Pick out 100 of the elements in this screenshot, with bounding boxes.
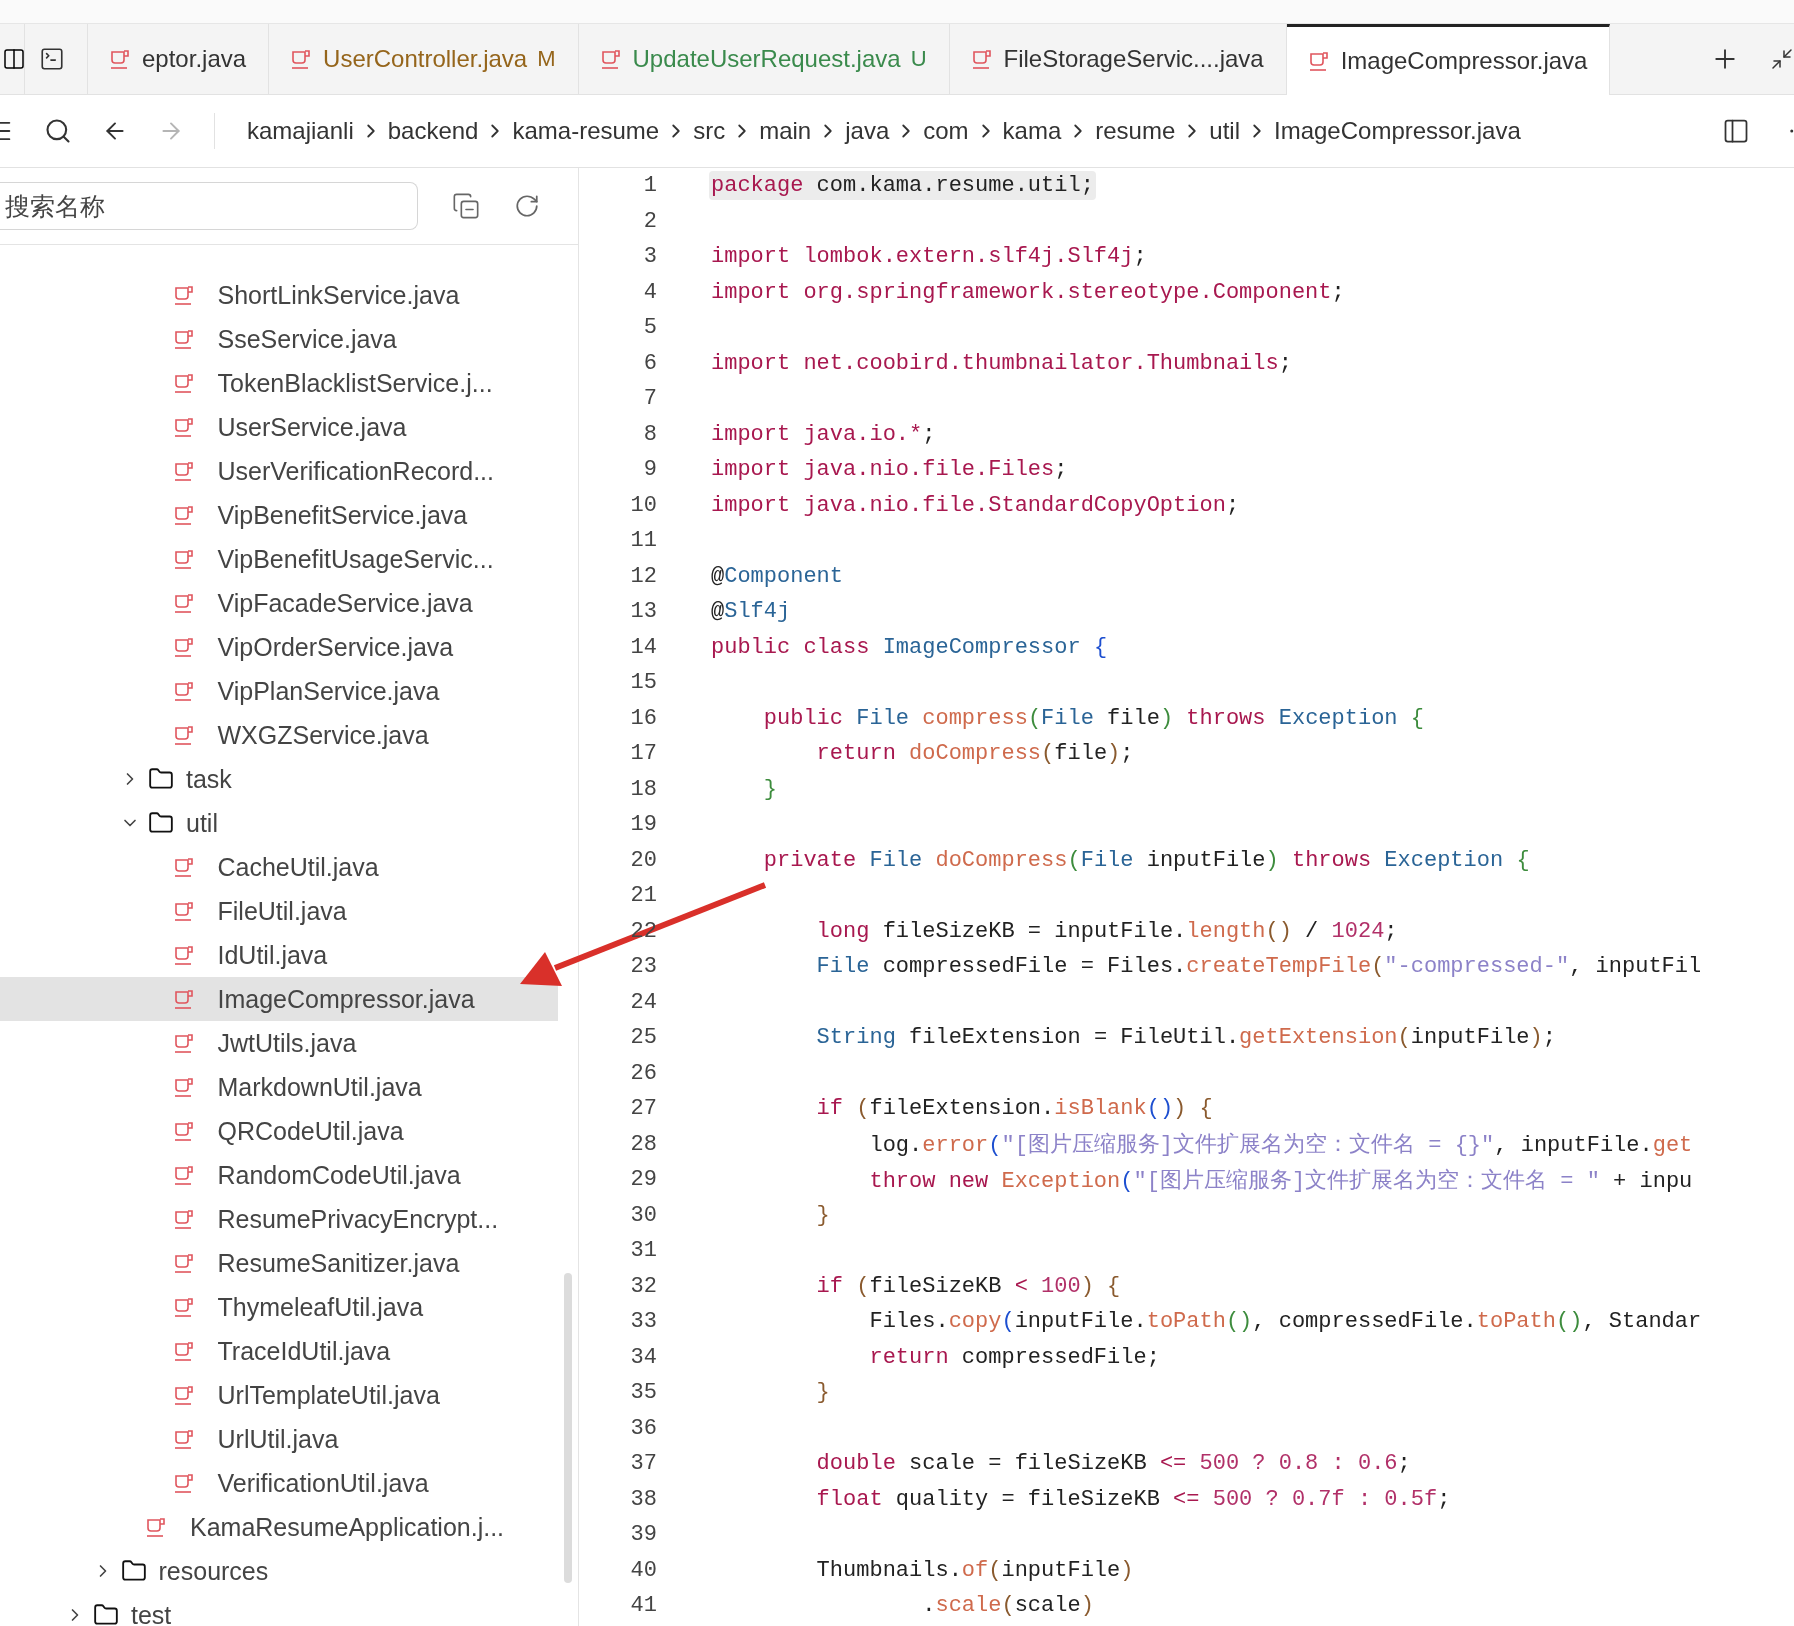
- line-number: 3: [642, 244, 657, 270]
- breadcrumb-link[interactable]: main: [759, 117, 812, 145]
- line-number: 25: [629, 1025, 657, 1051]
- breadcrumb-link[interactable]: kamajianli: [247, 117, 354, 145]
- file-item[interactable]: TokenBlacklistService.j...: [0, 361, 558, 405]
- line-number: 36: [629, 1415, 657, 1441]
- file-item[interactable]: ResumePrivacyEncrypt...: [0, 1197, 558, 1241]
- panel-icon[interactable]: [2, 47, 24, 71]
- breadcrumb-link[interactable]: resume: [1095, 117, 1176, 145]
- editor-tab[interactable]: eptor.java: [88, 24, 270, 94]
- code-line: public File compress(File file) throws Exception {: [762, 704, 1425, 733]
- file-item[interactable]: WXGZService.java: [0, 713, 558, 757]
- line-number: 6: [642, 350, 657, 376]
- file-item[interactable]: MarkdownUtil.java: [0, 1065, 558, 1109]
- line-number: 18: [629, 776, 657, 802]
- file-item[interactable]: JwtUtils.java: [0, 1021, 558, 1065]
- java-file-icon: [146, 1516, 168, 1538]
- editor-tab[interactable]: UserController.java M: [269, 24, 579, 94]
- code-line: @Slf4j: [710, 598, 792, 627]
- file-item[interactable]: UrlTemplateUtil.java: [0, 1373, 558, 1417]
- line-number: 13: [629, 599, 657, 625]
- collapse-all-icon[interactable]: [452, 192, 480, 220]
- file-item[interactable]: VipBenefitUsageServic...: [0, 537, 558, 581]
- java-file-icon: [173, 1076, 196, 1098]
- file-item[interactable]: FileUtil.java: [0, 889, 558, 933]
- code-line: float quality = fileSizeKB <= 500 ? 0.7f : 0.5f;: [815, 1485, 1452, 1514]
- folder-item[interactable]: resources: [0, 1549, 558, 1593]
- code-line: }: [815, 1201, 831, 1230]
- breadcrumb-link[interactable]: com: [923, 117, 969, 145]
- code-line: double scale = fileSizeKB <= 500 ? 0.8 : 0.6;: [815, 1450, 1412, 1479]
- folder-item[interactable]: test: [0, 1593, 558, 1626]
- file-item[interactable]: VipBenefitService.java: [0, 493, 558, 537]
- line-number: 4: [642, 279, 657, 305]
- folder-icon: [120, 1558, 147, 1584]
- breadcrumb-link[interactable]: src: [693, 117, 726, 145]
- java-file-icon: [173, 856, 196, 878]
- java-file-icon: [600, 48, 623, 70]
- line-number: 12: [629, 563, 657, 589]
- file-item[interactable]: ImageCompressor.java: [0, 977, 558, 1021]
- scrollbar-thumb[interactable]: [564, 1273, 572, 1583]
- file-item[interactable]: KamaResumeApplication.j...: [0, 1505, 558, 1549]
- editor-tab[interactable]: FileStorageServic....java: [949, 24, 1287, 94]
- file-item[interactable]: CacheUtil.java: [0, 845, 558, 889]
- search-icon[interactable]: [44, 117, 72, 145]
- line-number: 7: [642, 386, 657, 412]
- code-line: }: [762, 775, 778, 804]
- java-file-icon: [110, 48, 132, 70]
- code-line: if (fileSizeKB < 100) {: [815, 1272, 1122, 1301]
- java-file-icon: [173, 1296, 196, 1318]
- line-number: 14: [629, 634, 657, 660]
- folder-icon: [93, 1602, 119, 1626]
- search-field[interactable]: 搜索名称: [0, 182, 418, 230]
- file-item[interactable]: SseService.java: [0, 317, 558, 361]
- code-line: .scale(scale): [921, 1592, 1095, 1621]
- line-number: 34: [629, 1344, 657, 1370]
- file-item[interactable]: UrlUtil.java: [0, 1417, 558, 1461]
- java-file-icon: [173, 416, 196, 438]
- file-item[interactable]: ResumeSanitizer.java: [0, 1241, 558, 1285]
- line-number: 40: [629, 1557, 657, 1583]
- breadcrumb-link[interactable]: kama: [1002, 117, 1062, 145]
- line-number: 8: [642, 421, 657, 447]
- file-item[interactable]: TraceIdUtil.java: [0, 1329, 558, 1373]
- java-file-icon: [173, 944, 196, 966]
- file-item[interactable]: IdUtil.java: [0, 933, 558, 977]
- line-number: 32: [629, 1273, 657, 1299]
- file-item[interactable]: UserVerificationRecord...: [0, 449, 558, 493]
- editor-tab[interactable]: UpdateUserRequest.java U: [578, 24, 950, 94]
- line-number: 38: [629, 1486, 657, 1512]
- file-item[interactable]: VipFacadeService.java: [0, 581, 558, 625]
- code-line: Thumbnails.of(inputFile): [815, 1556, 1135, 1585]
- folder-item[interactable]: task: [0, 757, 558, 801]
- file-item[interactable]: ThymeleafUtil.java: [0, 1285, 558, 1329]
- breadcrumb-link[interactable]: ImageCompressor.java: [1274, 117, 1521, 145]
- code-line: return doCompress(file);: [815, 740, 1135, 769]
- java-file-icon: [173, 1120, 196, 1142]
- editor-tab[interactable]: ImageCompressor.java: [1286, 24, 1611, 95]
- code-line: import java.io.*;: [710, 420, 937, 449]
- breadcrumb-link[interactable]: kama-resume: [512, 117, 660, 145]
- minimize-icon[interactable]: [1770, 47, 1794, 71]
- line-number: 33: [629, 1309, 657, 1335]
- file-item[interactable]: ShortLinkService.java: [0, 273, 558, 317]
- code-line: log.error("[图片压缩服务]文件扩展名为空：文件名 = {}", inputFile.get: [868, 1131, 1694, 1161]
- breadcrumb-link[interactable]: util: [1209, 117, 1240, 145]
- java-file-icon: [173, 284, 196, 306]
- breadcrumb-link[interactable]: java: [845, 117, 890, 145]
- code-line: return compressedFile;: [868, 1343, 1161, 1372]
- file-item[interactable]: UserService.java: [0, 405, 558, 449]
- breadcrumb-link[interactable]: backend: [387, 117, 479, 145]
- file-item[interactable]: VerificationUtil.java: [0, 1461, 558, 1505]
- folder-item[interactable]: util: [0, 801, 558, 845]
- code-line: File compressedFile = Files.createTempFile("-compressed-", inputFil: [815, 953, 1703, 982]
- file-item[interactable]: VipPlanService.java: [0, 669, 558, 713]
- java-file-icon: [173, 328, 196, 350]
- sidebar-toggle-icon[interactable]: [1722, 117, 1750, 145]
- line-number: 23: [629, 954, 657, 980]
- line-number: 26: [629, 1060, 657, 1086]
- file-item[interactable]: VipOrderService.java: [0, 625, 558, 669]
- file-item[interactable]: QRCodeUtil.java: [0, 1109, 558, 1153]
- file-item[interactable]: RandomCodeUtil.java: [0, 1153, 558, 1197]
- refresh-icon[interactable]: [514, 193, 540, 219]
